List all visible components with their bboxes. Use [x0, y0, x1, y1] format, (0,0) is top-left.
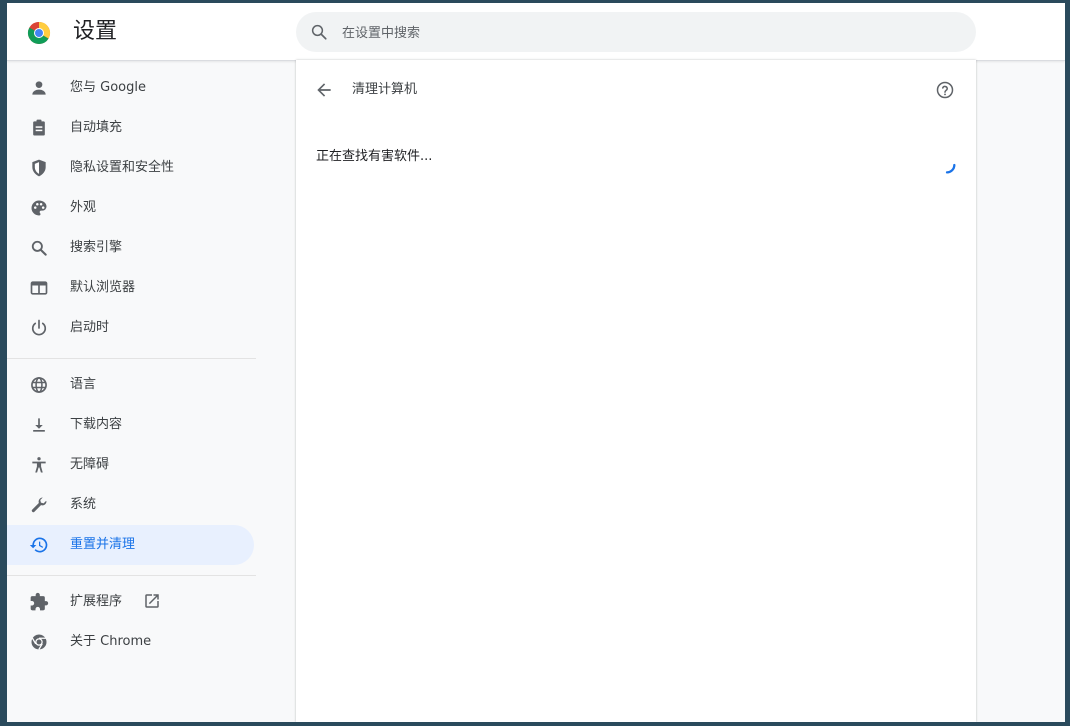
open-in-new-icon: [143, 592, 161, 610]
search-box[interactable]: [296, 12, 976, 52]
sidebar-item-search-engine[interactable]: 搜索引擎: [7, 228, 254, 268]
main-content-card: 清理计算机 正在查找有害软件...: [296, 60, 976, 722]
palette-icon: [29, 198, 49, 218]
chrome-logo-icon: [27, 21, 51, 45]
power-icon: [29, 318, 49, 338]
page-title: 设置: [73, 19, 118, 44]
chrome-icon: [29, 632, 49, 652]
back-arrow-icon[interactable]: [314, 80, 334, 100]
sidebar-item-privacy[interactable]: 隐私设置和安全性: [7, 148, 254, 188]
sidebar-item-label: 语言: [70, 377, 97, 392]
sidebar-item-system[interactable]: 系统: [7, 485, 254, 525]
sidebar-item-autofill[interactable]: 自动填充: [7, 108, 254, 148]
person-icon: [29, 78, 49, 98]
sidebar-item-label: 默认浏览器: [70, 280, 136, 295]
sidebar-item-label: 自动填充: [70, 120, 123, 135]
sidebar-item-label: 您与 Google: [70, 80, 146, 95]
sidebar-item-label: 关于 Chrome: [70, 634, 152, 649]
sidebar-item-on-startup[interactable]: 启动时: [7, 308, 254, 348]
download-icon: [29, 415, 49, 435]
scan-status-text: 正在查找有害软件...: [316, 149, 433, 164]
restore-icon: [29, 535, 49, 555]
accessibility-icon: [29, 455, 49, 475]
help-icon[interactable]: [935, 80, 955, 100]
sidebar-item-about-chrome[interactable]: 关于 Chrome: [7, 622, 254, 662]
sidebar-divider: [7, 358, 256, 359]
wrench-icon: [29, 495, 49, 515]
globe-icon: [29, 375, 49, 395]
sidebar-item-label: 搜索引擎: [70, 240, 123, 255]
clipboard-icon: [29, 118, 49, 138]
chrome-settings-window: 设置 您与 Google 自动填充 隐私设置和安全性 外观: [7, 3, 1065, 722]
sidebar-item-label: 外观: [70, 200, 97, 215]
sidebar-item-label: 隐私设置和安全性: [70, 160, 175, 175]
sidebar-item-label: 扩展程序: [70, 594, 123, 609]
sidebar-item-label: 启动时: [70, 320, 110, 335]
subpage-title: 清理计算机: [352, 82, 418, 97]
sidebar-item-extensions[interactable]: 扩展程序: [7, 582, 254, 622]
sidebar-divider: [7, 575, 256, 576]
sidebar-item-you-and-google[interactable]: 您与 Google: [7, 68, 254, 108]
sidebar-item-default-browser[interactable]: 默认浏览器: [7, 268, 254, 308]
sidebar-item-accessibility[interactable]: 无障碍: [7, 445, 254, 485]
loading-spinner-icon: [936, 154, 958, 176]
search-icon: [29, 238, 49, 258]
sidebar-item-downloads[interactable]: 下载内容: [7, 405, 254, 445]
sidebar-item-label: 重置并清理: [70, 537, 136, 552]
shield-icon: [29, 158, 49, 178]
sidebar-item-languages[interactable]: 语言: [7, 365, 254, 405]
sidebar-item-label: 无障碍: [70, 457, 110, 472]
search-input[interactable]: [340, 20, 944, 46]
settings-header: 设置: [7, 3, 1065, 61]
search-icon: [310, 23, 328, 41]
sidebar-item-appearance[interactable]: 外观: [7, 188, 254, 228]
browser-window-icon: [29, 278, 49, 298]
sidebar-item-label: 下载内容: [70, 417, 123, 432]
puzzle-icon: [29, 592, 49, 612]
sidebar-item-label: 系统: [70, 497, 97, 512]
sidebar-item-reset-and-clean[interactable]: 重置并清理: [7, 525, 254, 565]
